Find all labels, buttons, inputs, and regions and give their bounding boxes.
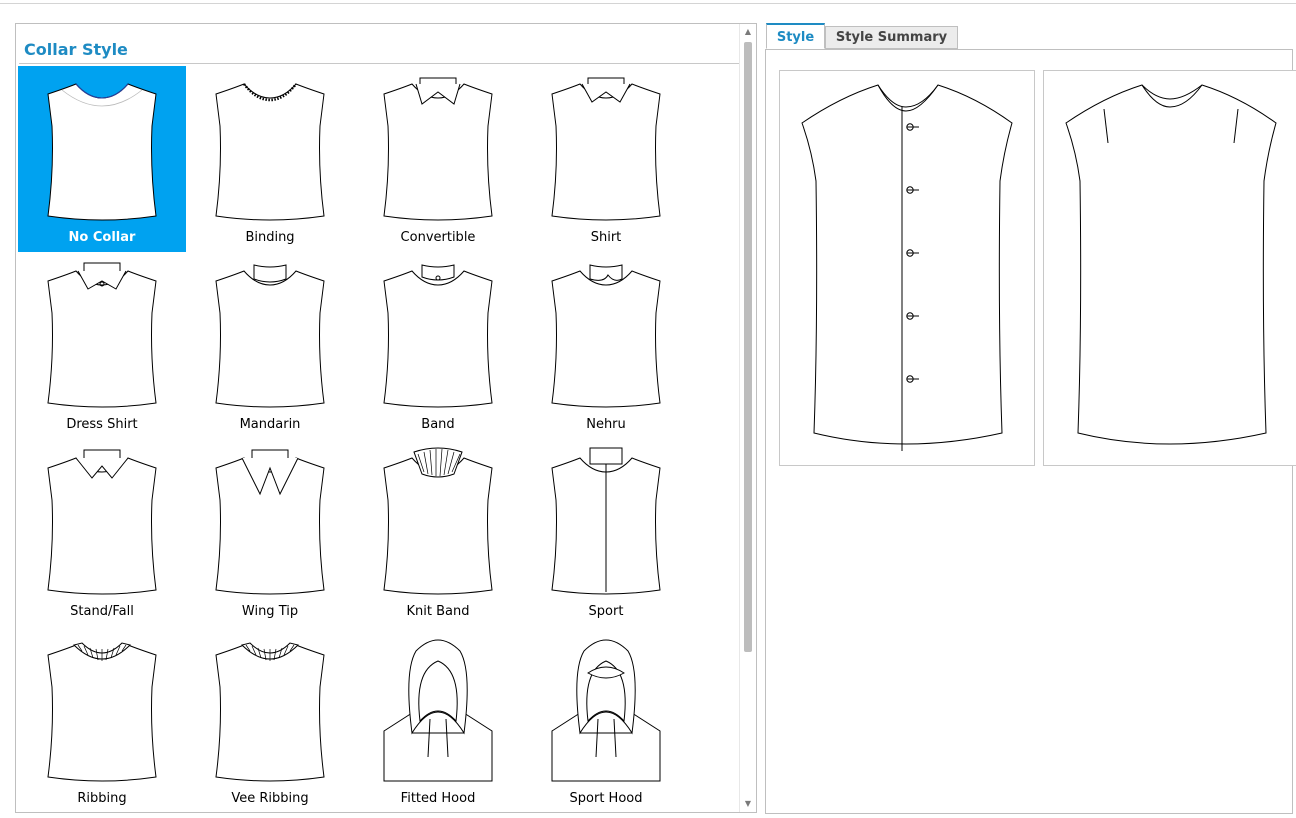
collar-option-label: Ribbing xyxy=(77,791,127,806)
collar-option-band[interactable]: Band xyxy=(354,253,522,439)
fitted-hood-icon xyxy=(383,639,493,782)
band-icon xyxy=(383,264,493,408)
collar-option-label: No Collar xyxy=(68,230,136,245)
collar-option-label: Binding xyxy=(245,230,295,245)
collar-option-label: Fitted Hood xyxy=(400,791,476,806)
title-divider xyxy=(19,63,739,64)
front-body-outline xyxy=(801,84,1013,445)
collar-option-label: Shirt xyxy=(590,230,622,245)
collar-option-label: Knit Band xyxy=(406,604,470,619)
collar-option-label: Nehru xyxy=(586,417,626,432)
collar-option-mandarin[interactable]: Mandarin xyxy=(186,253,354,439)
collar-option-nehru[interactable]: Nehru xyxy=(522,253,690,439)
convertible-icon xyxy=(383,77,493,221)
vertical-scrollbar[interactable]: ▲ ▼ xyxy=(739,24,756,812)
collar-option-knit-band[interactable]: Knit Band xyxy=(354,440,522,626)
collar-style-panel: Collar Style No Collar Binding Convertible… xyxy=(15,23,757,813)
tab-style-summary[interactable]: Style Summary xyxy=(825,26,958,49)
front-garment-drawing xyxy=(801,84,1013,451)
sport-hood-icon xyxy=(551,639,661,782)
sport-icon xyxy=(551,447,661,595)
panel-title: Collar Style xyxy=(24,40,128,59)
scroll-thumb[interactable] xyxy=(744,42,752,652)
collar-option-label: Sport xyxy=(588,604,624,619)
style-preview-panel xyxy=(765,49,1296,814)
collar-option-label: Sport Hood xyxy=(569,791,643,806)
collar-option-label: Stand/Fall xyxy=(70,604,134,619)
nehru-icon xyxy=(551,264,661,408)
collar-option-label: Dress Shirt xyxy=(66,417,138,432)
back-garment-drawing xyxy=(1065,84,1277,445)
knit-band-icon xyxy=(383,447,493,595)
collar-option-no-collar[interactable]: No Collar xyxy=(18,66,186,252)
binding-icon xyxy=(215,83,325,221)
collar-option-wing-tip[interactable]: Wing Tip xyxy=(186,440,354,626)
no-collar-icon xyxy=(47,83,157,221)
collar-option-label: Band xyxy=(421,417,455,432)
collar-option-binding[interactable]: Binding xyxy=(186,66,354,252)
collar-option-ribbing[interactable]: Ribbing xyxy=(18,627,186,812)
collar-option-stand-fall[interactable]: Stand/Fall xyxy=(18,440,186,626)
scroll-up-arrow-icon[interactable]: ▲ xyxy=(740,24,756,40)
collar-option-fitted-hood[interactable]: Fitted Hood xyxy=(354,627,522,812)
scroll-down-arrow-icon[interactable]: ▼ xyxy=(740,796,756,812)
collar-option-dress-shirt[interactable]: Dress Shirt xyxy=(18,253,186,439)
collar-option-vee-ribbing[interactable]: Vee Ribbing xyxy=(186,627,354,812)
collar-option-sport[interactable]: Sport xyxy=(522,440,690,626)
wing-tip-icon xyxy=(215,449,325,595)
back-view xyxy=(1043,70,1296,466)
tab-style[interactable]: Style xyxy=(766,23,825,49)
collar-option-label: Mandarin xyxy=(239,417,301,432)
collar-option-convertible[interactable]: Convertible xyxy=(354,66,522,252)
top-divider xyxy=(0,3,1296,4)
stand-fall-icon xyxy=(47,449,157,595)
collar-option-sport-hood[interactable]: Sport Hood xyxy=(522,627,690,812)
vee-ribbing-icon xyxy=(215,642,325,782)
front-view xyxy=(779,70,1035,466)
mandarin-icon xyxy=(215,264,325,408)
back-body-outline xyxy=(1065,84,1277,445)
collar-option-label: Wing Tip xyxy=(241,604,299,619)
ribbing-icon xyxy=(47,642,157,782)
dress-shirt-icon xyxy=(47,262,157,408)
collar-option-label: Vee Ribbing xyxy=(231,791,309,806)
shirt-icon xyxy=(551,77,661,221)
collar-option-shirt[interactable]: Shirt xyxy=(522,66,690,252)
collar-option-label: Convertible xyxy=(400,230,476,245)
